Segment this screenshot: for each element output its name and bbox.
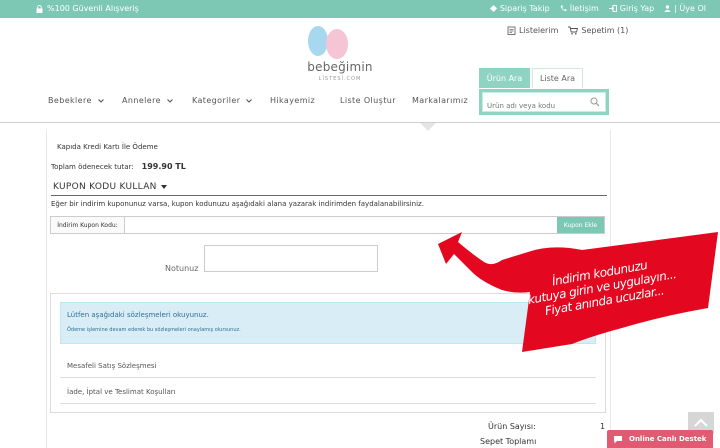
nav-item-brands[interactable]: Markalarımız: [412, 96, 482, 105]
chevron-up-icon: [694, 419, 708, 427]
list-icon: [507, 26, 516, 35]
live-support-text: Online Canlı Destek: [629, 435, 707, 443]
top-bar: %100 Güvenli Alışveriş Sipariş Takip İle…: [0, 0, 720, 18]
coupon-title-text: KUPON KODU KULLAN: [53, 182, 157, 192]
total-label: Toplam ödenecek tutar:: [51, 163, 134, 171]
tab-list-search[interactable]: Liste Ara: [532, 68, 583, 88]
chat-icon: [614, 435, 622, 443]
coupon-description: Eğer bir indirim kuponunuz varsa, kupon …: [51, 200, 424, 208]
cart-total-label: Sepet Toplamı: [480, 437, 537, 446]
total-amount: Toplam ödenecek tutar: 199.90 TL: [51, 162, 186, 171]
contact-link[interactable]: İletişim: [560, 4, 599, 13]
add-coupon-button[interactable]: Kupon Ekle: [557, 217, 604, 233]
search-input[interactable]: [483, 97, 605, 115]
note-label: Notunuz: [165, 264, 199, 273]
secure-shopping: %100 Güvenli Alışveriş: [36, 4, 139, 13]
search-box: [479, 89, 609, 115]
chevron-down-icon: [246, 98, 253, 103]
login-icon: [608, 5, 617, 12]
nav-item-create-list[interactable]: Liste Oluştur: [340, 96, 412, 105]
note-textarea[interactable]: [204, 245, 378, 272]
alert-description: Ödeme işlemine devam ederek bu sözleşmel…: [67, 327, 241, 333]
caret-down-icon: [160, 185, 167, 189]
location-icon: [489, 5, 497, 12]
phone-icon: [560, 5, 567, 12]
header-divider: [0, 122, 720, 123]
tab-product-search[interactable]: Ürün Ara: [479, 68, 530, 88]
coupon-label: İndirim Kupon Kodu:: [51, 217, 125, 233]
total-value: 199.90 TL: [141, 162, 186, 171]
coupon-input[interactable]: [125, 217, 557, 233]
secure-text: %100 Güvenli Alışveriş: [47, 4, 139, 13]
cart-icon: [568, 26, 579, 35]
logo-name: bebeğimin: [307, 60, 373, 74]
coupon-toggle[interactable]: KUPON KODU KULLAN: [53, 182, 167, 192]
cart-link[interactable]: Sepetim (1): [568, 26, 628, 35]
user-icon: [664, 5, 671, 12]
order-tracking-link[interactable]: Sipariş Takip: [489, 4, 550, 13]
nav-item-categories[interactable]: Kategoriler: [192, 96, 270, 105]
lock-icon: [36, 4, 43, 13]
login-link[interactable]: Giriş Yap: [608, 4, 654, 13]
contract-return-policy[interactable]: İade, İptal ve Teslimat Koşulları: [60, 380, 596, 404]
live-support-button[interactable]: Online Canlı Destek: [607, 430, 713, 448]
product-count-value: 1: [600, 422, 606, 431]
nav-item-mothers[interactable]: Annelere: [122, 96, 192, 105]
coupon-divider: [51, 195, 607, 196]
nav-item-story[interactable]: Hikayemiz: [270, 96, 340, 105]
alert-title: Lütfen aşağıdaki sözleşmeleri okuyunuz.: [67, 311, 209, 319]
chevron-down-icon: [167, 98, 173, 103]
blue-balloon: [308, 26, 328, 56]
site-logo[interactable]: bebeğimin LİSTESİ.COM: [306, 26, 372, 88]
main-nav: Bebeklere Annelere Kategoriler Hikayemiz…: [48, 96, 482, 105]
search-icon[interactable]: [590, 97, 600, 107]
my-lists-link[interactable]: Listelerim: [507, 26, 558, 35]
contract-distance-sales[interactable]: Mesafeli Satış Sözleşmesi: [60, 354, 596, 378]
product-count-label: Ürün Sayısı:: [488, 422, 536, 431]
logo-subtitle: LİSTESİ.COM: [318, 76, 362, 82]
pink-balloon: [326, 29, 348, 59]
chevron-down-icon: [97, 98, 104, 103]
payment-method: Kapıda Kredi Kartı İle Ödeme: [57, 143, 158, 151]
nav-item-babies[interactable]: Bebeklere: [48, 96, 122, 105]
register-link[interactable]: | Üye Ol: [664, 4, 706, 13]
